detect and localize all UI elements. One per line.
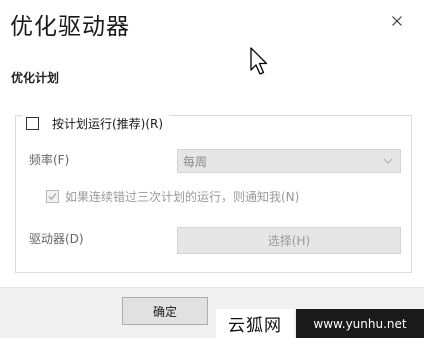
schedule-checkbox-row[interactable]: 按计划运行(推荐)(R) bbox=[22, 110, 170, 136]
ok-button[interactable]: 确定 bbox=[122, 297, 208, 325]
chevron-down-icon bbox=[383, 158, 393, 164]
choose-drives-button[interactable]: 选择(H) bbox=[177, 227, 401, 254]
close-icon bbox=[392, 16, 402, 26]
notify-checkbox-label[interactable]: 如果连续错过三次计划的运行，则通知我(N) bbox=[65, 188, 299, 205]
optimize-drives-dialog: 优化驱动器 优化计划 按计划运行(推荐)(R) 频率(F) 每周 如果连续错过三… bbox=[0, 0, 424, 338]
notify-checkbox-row[interactable]: 如果连续错过三次计划的运行，则通知我(N) bbox=[46, 188, 299, 205]
notify-checkbox[interactable] bbox=[46, 190, 59, 203]
checkmark-icon bbox=[48, 193, 57, 200]
close-button[interactable] bbox=[384, 8, 410, 34]
drives-label: 驱动器(D) bbox=[29, 232, 84, 246]
watermark-url: www.yunhu.net bbox=[296, 309, 424, 338]
frequency-value: 每周 bbox=[183, 154, 208, 169]
frequency-label: 频率(F) bbox=[29, 153, 70, 167]
mouse-pointer-icon bbox=[250, 47, 268, 75]
watermark-site-name: 云狐网 bbox=[216, 309, 294, 338]
schedule-checkbox[interactable] bbox=[26, 116, 39, 130]
section-title: 优化计划 bbox=[11, 71, 60, 85]
schedule-checkbox-label[interactable]: 按计划运行(推荐)(R) bbox=[52, 115, 163, 132]
dialog-title: 优化驱动器 bbox=[10, 14, 130, 40]
frequency-dropdown[interactable]: 每周 bbox=[177, 149, 401, 173]
